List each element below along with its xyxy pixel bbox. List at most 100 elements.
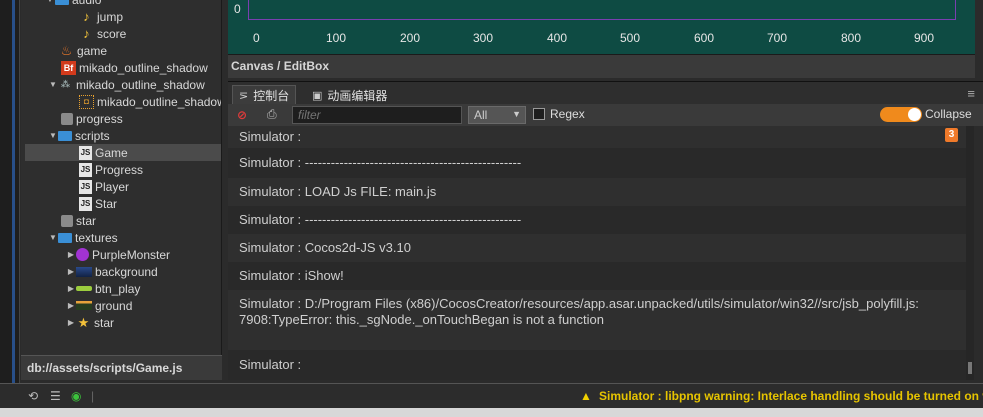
clear-console-icon[interactable]: ⊘ bbox=[237, 108, 247, 122]
tree-item-star-texture[interactable]: ▶ ★ star bbox=[66, 314, 221, 331]
prefab-icon bbox=[61, 214, 73, 227]
tree-item-star-prefab[interactable]: star bbox=[61, 212, 221, 229]
edge-stripe bbox=[12, 0, 15, 383]
tree-item-label: game bbox=[77, 43, 108, 58]
tree-item-sprite-frame[interactable]: ◘ mikado_outline_shadow bbox=[79, 93, 222, 110]
tree-item-btn-play[interactable]: ▶ btn_play bbox=[66, 280, 221, 297]
background-texture-icon bbox=[76, 266, 92, 277]
tree-item-label: Game bbox=[95, 145, 128, 160]
log-text: Simulator : ----------------------------… bbox=[239, 212, 522, 227]
eye-icon[interactable]: ◉ bbox=[71, 389, 81, 403]
log-text: Simulator : iShow! bbox=[239, 268, 344, 283]
collapsed-arrow-icon[interactable]: ▶ bbox=[66, 284, 76, 294]
button-texture-icon bbox=[76, 286, 92, 291]
tree-item-label: Star bbox=[95, 196, 118, 211]
error-log-entry: Simulator : D:/Program Files (x86)/Cocos… bbox=[228, 290, 966, 350]
tree-item-label: score bbox=[97, 26, 127, 41]
ruler-x-label: 600 bbox=[694, 31, 715, 45]
ruler-y-label: 0 bbox=[234, 2, 241, 16]
expand-arrow-icon[interactable]: ▼ bbox=[45, 0, 55, 5]
collapsed-arrow-icon[interactable]: ▶ bbox=[66, 301, 76, 311]
scrollbar-thumb[interactable] bbox=[968, 362, 972, 374]
star-texture-icon: ★ bbox=[77, 314, 90, 330]
tree-item-label: background bbox=[95, 264, 158, 279]
canvas-node-path: Canvas / EditBox bbox=[228, 54, 975, 78]
audio-clip-icon: ♪ bbox=[83, 26, 90, 41]
tree-item-label: progress bbox=[76, 111, 123, 126]
canvas-scrollbar[interactable] bbox=[975, 0, 983, 78]
tree-item-atlas[interactable]: ▼ ⁂ mikado_outline_shadow bbox=[48, 76, 221, 93]
ruler-x-label: 900 bbox=[914, 31, 935, 45]
open-log-file-icon[interactable]: ⎙ bbox=[267, 107, 277, 122]
window-bottom-strip bbox=[0, 408, 983, 417]
javascript-file-icon: JS bbox=[79, 196, 92, 211]
tree-item-score[interactable]: ♪ score bbox=[79, 25, 221, 42]
folder-icon bbox=[58, 130, 72, 141]
ruler-x-label: 500 bbox=[620, 31, 641, 45]
toggle-knob bbox=[908, 108, 921, 121]
tree-item-label: textures bbox=[75, 230, 118, 245]
panel-menu-icon[interactable]: ≡ bbox=[967, 86, 975, 101]
status-bar: ⟲ ☰ ◉ | ▲ Simulator : libpng warning: In… bbox=[0, 383, 983, 408]
tab-label: 控制台 bbox=[253, 89, 290, 103]
refresh-icon[interactable]: ⟲ bbox=[28, 389, 38, 403]
log-text: Simulator : ----------------------------… bbox=[239, 155, 522, 170]
expand-arrow-icon[interactable]: ▼ bbox=[48, 80, 58, 90]
tree-item-label: mikado_outline_shadow bbox=[97, 94, 222, 109]
collapsed-arrow-icon[interactable]: ▶ bbox=[66, 318, 76, 328]
tree-item-bitmap-font[interactable]: Bf mikado_outline_shadow bbox=[61, 59, 221, 76]
regex-label: Regex bbox=[550, 107, 585, 121]
tree-item-label: PurpleMonster bbox=[92, 247, 171, 262]
folder-icon bbox=[58, 232, 72, 243]
tree-item-background[interactable]: ▶ background bbox=[66, 263, 221, 280]
tree-item-label: mikado_outline_shadow bbox=[76, 77, 205, 92]
tree-item-progress[interactable]: progress bbox=[61, 110, 221, 127]
status-divider: | bbox=[91, 389, 95, 403]
database-icon[interactable]: ☰ bbox=[50, 389, 61, 403]
tree-item-ground[interactable]: ▶ ground bbox=[66, 297, 221, 314]
tree-item-label: jump bbox=[97, 9, 124, 24]
log-text: Simulator : bbox=[239, 129, 302, 144]
expand-arrow-icon[interactable]: ▼ bbox=[48, 131, 58, 141]
log-entry: Simulator : Cocos2d-JS v3.10 bbox=[228, 234, 966, 262]
console-scrollbar[interactable] bbox=[966, 126, 974, 380]
console-log-list[interactable]: Simulator : 3 Simulator : --------------… bbox=[228, 126, 966, 380]
folder-icon bbox=[55, 0, 69, 5]
tree-item-player-js[interactable]: JS Player bbox=[79, 178, 221, 195]
log-text: Simulator : D:/Program Files (x86)/Cocos… bbox=[239, 296, 919, 327]
log-level-value: All bbox=[474, 108, 488, 122]
collapsed-arrow-icon[interactable]: ▶ bbox=[66, 250, 76, 260]
status-message[interactable]: Simulator : libpng warning: Interlace ha… bbox=[599, 389, 983, 403]
tree-item-jump[interactable]: ♪ jump bbox=[79, 8, 221, 25]
warning-icon: ▲ bbox=[580, 389, 592, 403]
scene-canvas[interactable]: 0 0 100 200 300 400 500 600 700 800 900 bbox=[228, 0, 975, 54]
expand-arrow-icon[interactable]: ▼ bbox=[48, 233, 58, 243]
log-text: Simulator : LOAD Js FILE: main.js bbox=[239, 184, 437, 199]
tree-item-progress-js[interactable]: JS Progress bbox=[79, 161, 221, 178]
tree-item-label: Player bbox=[95, 179, 130, 194]
ground-texture-icon bbox=[76, 301, 92, 310]
tree-item-purple-monster[interactable]: ▶ PurpleMonster bbox=[66, 246, 221, 263]
animation-icon: ▣ bbox=[312, 89, 323, 102]
regex-checkbox[interactable] bbox=[533, 108, 545, 120]
tab-console[interactable]: ⋝ 控制台 bbox=[232, 85, 297, 105]
ruler-x-label: 100 bbox=[326, 31, 347, 45]
ruler-x-label: 400 bbox=[547, 31, 568, 45]
collapse-toggle[interactable] bbox=[880, 107, 922, 122]
tree-item-game-js[interactable]: JS Game bbox=[25, 144, 221, 161]
tree-item-textures[interactable]: ▼ textures bbox=[48, 229, 221, 246]
filter-input[interactable] bbox=[292, 106, 462, 124]
collapsed-arrow-icon[interactable]: ▶ bbox=[66, 267, 76, 277]
bitmap-font-icon: Bf bbox=[61, 60, 76, 75]
ruler-x-label: 300 bbox=[473, 31, 494, 45]
log-entry: Simulator : ----------------------------… bbox=[228, 148, 966, 178]
asset-path-footer: db://assets/scripts/Game.js bbox=[21, 355, 222, 380]
tree-item-scripts[interactable]: ▼ scripts bbox=[48, 127, 221, 144]
tree-item-game[interactable]: ♨ game bbox=[59, 42, 221, 59]
tree-item-star-js[interactable]: JS Star bbox=[79, 195, 221, 212]
tab-animation-editor[interactable]: ▣ 动画编辑器 bbox=[306, 85, 393, 105]
log-level-select[interactable]: All ▼ bbox=[468, 106, 526, 124]
scene-icon: ♨ bbox=[60, 42, 73, 58]
tree-item-audio[interactable]: ▼ audio bbox=[45, 0, 221, 8]
assets-panel: ▼ audio ♪ jump ♪ score ♨ game Bf mikado_… bbox=[21, 0, 222, 355]
